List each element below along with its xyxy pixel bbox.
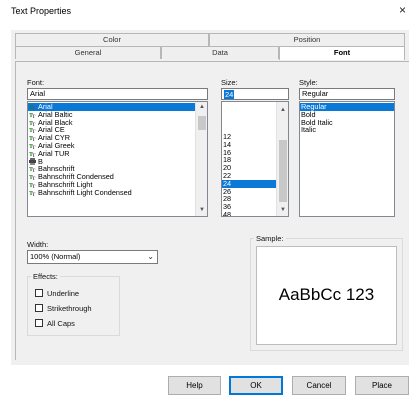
svg-text:T: T [32, 138, 36, 141]
style-label: Style: [299, 78, 318, 87]
list-item-label: Bahnschrift Light Condensed [38, 187, 132, 197]
scroll-up-icon[interactable]: ▲ [196, 103, 207, 111]
list-item-label: Italic [301, 125, 317, 135]
truetype-font-icon: TT [29, 134, 36, 143]
list-item[interactable]: 48 [222, 209, 277, 217]
underline-checkbox[interactable] [35, 289, 43, 297]
svg-text:T: T [32, 193, 36, 196]
size-input-selection: 24 [224, 90, 235, 99]
font-list-scrollbar[interactable]: ▲ ▼ [195, 102, 207, 216]
tab-general[interactable]: General [15, 46, 161, 59]
chevron-down-icon: ⌄ [147, 252, 154, 261]
width-label: Width: [27, 240, 49, 249]
tab-font[interactable]: Font [279, 46, 405, 60]
svg-text:T: T [32, 107, 36, 110]
truetype-font-icon: TT [29, 142, 36, 151]
cancel-button[interactable]: Cancel [292, 376, 346, 395]
size-list[interactable]: 121416182022242628364872 ▲ ▼ [221, 101, 289, 217]
svg-text:T: T [32, 169, 36, 172]
strikethrough-checkbox[interactable] [35, 304, 43, 312]
help-button[interactable]: Help [168, 376, 221, 395]
effects-label: Effects: [31, 272, 60, 281]
underline-label: Underline [47, 289, 80, 298]
size-label: Size: [221, 78, 238, 87]
tab-position[interactable]: Position [209, 33, 405, 46]
scroll-up-icon[interactable]: ▲ [277, 106, 288, 114]
sample-text: AaBbCc 123 [278, 285, 375, 304]
scrollbar-thumb[interactable] [279, 140, 287, 202]
scrollbar-thumb[interactable] [198, 116, 206, 130]
truetype-font-icon: TT [29, 165, 36, 174]
close-icon[interactable]: × [399, 4, 406, 16]
truetype-font-icon: TT [29, 103, 36, 112]
tab-color[interactable]: Color [15, 33, 209, 46]
ok-button[interactable]: OK [229, 376, 283, 395]
truetype-font-icon: TT [29, 111, 36, 120]
svg-text:T: T [32, 123, 36, 126]
font-name-input[interactable]: Arial [27, 88, 208, 100]
svg-text:T: T [32, 130, 36, 133]
size-input[interactable]: 24 [221, 88, 289, 100]
size-list-scrollbar[interactable]: ▲ ▼ [276, 102, 288, 216]
strikethrough-label: Strikethrough [47, 304, 92, 313]
font-list[interactable]: T T Arial T T Arial Baltic T T Arial Black T T Aria… [27, 101, 208, 217]
svg-text:T: T [32, 115, 36, 118]
truetype-font-icon: TT [29, 126, 36, 135]
style-list[interactable]: Regular Bold Bold Italic Italic [299, 101, 395, 217]
sample-preview: AaBbCc 123 [256, 246, 397, 345]
width-select-value: 100% (Normal) [30, 252, 81, 261]
list-item[interactable]: T T Arial TUR [28, 149, 196, 159]
style-input[interactable]: Regular [299, 88, 395, 100]
width-select[interactable]: 100% (Normal) ⌄ [27, 250, 158, 264]
svg-text:T: T [32, 146, 36, 149]
svg-text:T: T [32, 185, 36, 188]
allcaps-label: All Caps [47, 319, 75, 328]
truetype-font-icon: TT [29, 181, 36, 190]
scroll-down-icon[interactable]: ▼ [277, 206, 288, 214]
tab-data[interactable]: Data [161, 46, 279, 59]
truetype-font-icon: TT [29, 189, 36, 198]
place-button[interactable]: Place [355, 376, 409, 395]
list-item[interactable]: Italic [300, 126, 394, 134]
scroll-down-icon[interactable]: ▼ [196, 206, 207, 214]
printer-font-icon [29, 157, 36, 165]
window-title: Text Properties [11, 6, 72, 16]
allcaps-checkbox[interactable] [35, 319, 43, 327]
svg-text:T: T [32, 177, 36, 180]
font-label: Font: [27, 78, 45, 87]
list-item-label: 48 [223, 209, 232, 217]
truetype-font-icon: TT [29, 150, 36, 159]
list-item[interactable]: T T Bahnschrift Light Condensed [28, 187, 196, 198]
truetype-font-icon: TT [29, 173, 36, 182]
sample-label: Sample: [254, 234, 286, 243]
truetype-font-icon: TT [29, 119, 36, 128]
svg-text:T: T [32, 154, 36, 157]
